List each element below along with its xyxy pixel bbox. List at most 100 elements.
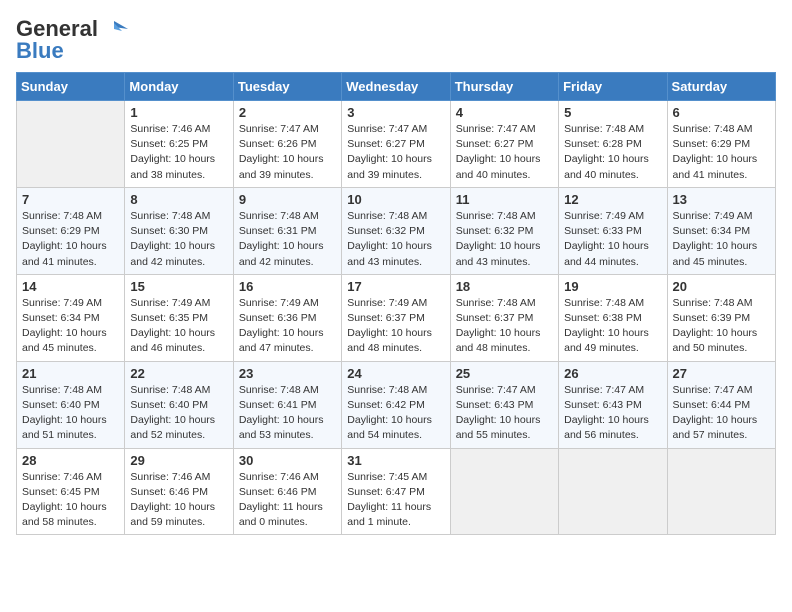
day-number: 11 <box>456 192 553 207</box>
day-number: 15 <box>130 279 227 294</box>
day-number: 26 <box>564 366 661 381</box>
day-cell: 31 Sunrise: 7:45 AMSunset: 6:47 PMDayligh… <box>342 448 450 535</box>
day-info: Sunrise: 7:49 AMSunset: 6:37 PMDaylight:… <box>347 296 444 357</box>
week-row-5: 28 Sunrise: 7:46 AMSunset: 6:45 PMDayligh… <box>17 448 776 535</box>
header-row: SundayMondayTuesdayWednesdayThursdayFrid… <box>17 73 776 101</box>
day-cell: 17 Sunrise: 7:49 AMSunset: 6:37 PMDayligh… <box>342 274 450 361</box>
day-info: Sunrise: 7:46 AMSunset: 6:46 PMDaylight:… <box>130 470 227 531</box>
day-number: 9 <box>239 192 336 207</box>
col-header-saturday: Saturday <box>667 73 775 101</box>
week-row-1: 1Sunrise: 7:46 AMSunset: 6:25 PMDaylight… <box>17 101 776 188</box>
day-cell: 9 Sunrise: 7:48 AMSunset: 6:31 PMDaylight… <box>233 187 341 274</box>
day-number: 8 <box>130 192 227 207</box>
day-info: Sunrise: 7:46 AMSunset: 6:46 PMDaylight:… <box>239 470 336 531</box>
day-cell: 10 Sunrise: 7:48 AMSunset: 6:32 PMDayligh… <box>342 187 450 274</box>
day-info: Sunrise: 7:48 AMSunset: 6:39 PMDaylight:… <box>673 296 770 357</box>
day-cell: 13Sunrise: 7:49 AMSunset: 6:34 PMDayligh… <box>667 187 775 274</box>
day-cell: 23 Sunrise: 7:48 AMSunset: 6:41 PMDayligh… <box>233 361 341 448</box>
day-number: 19 <box>564 279 661 294</box>
day-info: Sunrise: 7:45 AMSunset: 6:47 PMDaylight:… <box>347 470 444 531</box>
day-number: 21 <box>22 366 119 381</box>
day-number: 23 <box>239 366 336 381</box>
day-info: Sunrise: 7:47 AMSunset: 6:44 PMDaylight:… <box>673 383 770 444</box>
day-number: 6 <box>673 105 770 120</box>
day-cell: 20 Sunrise: 7:48 AMSunset: 6:39 PMDayligh… <box>667 274 775 361</box>
day-info: Sunrise: 7:49 AMSunset: 6:36 PMDaylight:… <box>239 296 336 357</box>
day-cell: 15 Sunrise: 7:49 AMSunset: 6:35 PMDayligh… <box>125 274 233 361</box>
day-cell <box>667 448 775 535</box>
day-info: Sunrise: 7:47 AMSunset: 6:27 PMDaylight:… <box>347 122 444 183</box>
day-cell <box>559 448 667 535</box>
day-cell: 18 Sunrise: 7:48 AMSunset: 6:37 PMDayligh… <box>450 274 558 361</box>
day-info: Sunrise: 7:48 AMSunset: 6:40 PMDaylight:… <box>130 383 227 444</box>
col-header-friday: Friday <box>559 73 667 101</box>
day-number: 20 <box>673 279 770 294</box>
col-header-tuesday: Tuesday <box>233 73 341 101</box>
day-cell: 19 Sunrise: 7:48 AMSunset: 6:38 PMDayligh… <box>559 274 667 361</box>
day-cell: 8 Sunrise: 7:48 AMSunset: 6:30 PMDaylight… <box>125 187 233 274</box>
page-header: General Blue <box>16 16 776 64</box>
day-info: Sunrise: 7:48 AMSunset: 6:32 PMDaylight:… <box>347 209 444 270</box>
col-header-wednesday: Wednesday <box>342 73 450 101</box>
day-number: 25 <box>456 366 553 381</box>
day-info: Sunrise: 7:48 AMSunset: 6:30 PMDaylight:… <box>130 209 227 270</box>
day-number: 28 <box>22 453 119 468</box>
day-number: 17 <box>347 279 444 294</box>
day-cell: 24 Sunrise: 7:48 AMSunset: 6:42 PMDayligh… <box>342 361 450 448</box>
day-number: 12 <box>564 192 661 207</box>
day-info: Sunrise: 7:48 AMSunset: 6:29 PMDaylight:… <box>22 209 119 270</box>
day-info: Sunrise: 7:48 AMSunset: 6:41 PMDaylight:… <box>239 383 336 444</box>
day-cell <box>17 101 125 188</box>
day-number: 24 <box>347 366 444 381</box>
day-number: 7 <box>22 192 119 207</box>
day-info: Sunrise: 7:48 AMSunset: 6:40 PMDaylight:… <box>22 383 119 444</box>
day-info: Sunrise: 7:47 AMSunset: 6:43 PMDaylight:… <box>564 383 661 444</box>
day-cell: 12Sunrise: 7:49 AMSunset: 6:33 PMDayligh… <box>559 187 667 274</box>
day-info: Sunrise: 7:48 AMSunset: 6:31 PMDaylight:… <box>239 209 336 270</box>
day-cell: 16 Sunrise: 7:49 AMSunset: 6:36 PMDayligh… <box>233 274 341 361</box>
day-cell: 30 Sunrise: 7:46 AMSunset: 6:46 PMDayligh… <box>233 448 341 535</box>
day-cell: 28 Sunrise: 7:46 AMSunset: 6:45 PMDayligh… <box>17 448 125 535</box>
day-number: 27 <box>673 366 770 381</box>
day-number: 30 <box>239 453 336 468</box>
day-info: Sunrise: 7:47 AMSunset: 6:43 PMDaylight:… <box>456 383 553 444</box>
day-cell: 7 Sunrise: 7:48 AMSunset: 6:29 PMDaylight… <box>17 187 125 274</box>
day-number: 2 <box>239 105 336 120</box>
day-info: Sunrise: 7:47 AMSunset: 6:26 PMDaylight:… <box>239 122 336 183</box>
day-info: Sunrise: 7:49 AMSunset: 6:34 PMDaylight:… <box>673 209 770 270</box>
day-info: Sunrise: 7:48 AMSunset: 6:42 PMDaylight:… <box>347 383 444 444</box>
day-info: Sunrise: 7:46 AMSunset: 6:45 PMDaylight:… <box>22 470 119 531</box>
day-cell <box>450 448 558 535</box>
col-header-sunday: Sunday <box>17 73 125 101</box>
day-info: Sunrise: 7:48 AMSunset: 6:28 PMDaylight:… <box>564 122 661 183</box>
week-row-3: 14Sunrise: 7:49 AMSunset: 6:34 PMDayligh… <box>17 274 776 361</box>
day-cell: 1Sunrise: 7:46 AMSunset: 6:25 PMDaylight… <box>125 101 233 188</box>
day-number: 1 <box>130 105 227 120</box>
col-header-monday: Monday <box>125 73 233 101</box>
day-cell: 6 Sunrise: 7:48 AMSunset: 6:29 PMDaylight… <box>667 101 775 188</box>
calendar-table: SundayMondayTuesdayWednesdayThursdayFrid… <box>16 72 776 535</box>
day-info: Sunrise: 7:49 AMSunset: 6:35 PMDaylight:… <box>130 296 227 357</box>
day-number: 10 <box>347 192 444 207</box>
day-cell: 2 Sunrise: 7:47 AMSunset: 6:26 PMDaylight… <box>233 101 341 188</box>
day-info: Sunrise: 7:48 AMSunset: 6:37 PMDaylight:… <box>456 296 553 357</box>
day-number: 16 <box>239 279 336 294</box>
day-info: Sunrise: 7:48 AMSunset: 6:32 PMDaylight:… <box>456 209 553 270</box>
week-row-4: 21 Sunrise: 7:48 AMSunset: 6:40 PMDayligh… <box>17 361 776 448</box>
day-info: Sunrise: 7:48 AMSunset: 6:29 PMDaylight:… <box>673 122 770 183</box>
day-number: 3 <box>347 105 444 120</box>
day-number: 5 <box>564 105 661 120</box>
logo-blue: Blue <box>16 38 64 64</box>
day-number: 14 <box>22 279 119 294</box>
day-cell: 27 Sunrise: 7:47 AMSunset: 6:44 PMDayligh… <box>667 361 775 448</box>
day-cell: 25 Sunrise: 7:47 AMSunset: 6:43 PMDayligh… <box>450 361 558 448</box>
day-number: 31 <box>347 453 444 468</box>
day-cell: 5 Sunrise: 7:48 AMSunset: 6:28 PMDaylight… <box>559 101 667 188</box>
day-number: 4 <box>456 105 553 120</box>
day-cell: 3 Sunrise: 7:47 AMSunset: 6:27 PMDaylight… <box>342 101 450 188</box>
day-cell: 14Sunrise: 7:49 AMSunset: 6:34 PMDayligh… <box>17 274 125 361</box>
day-info: Sunrise: 7:48 AMSunset: 6:38 PMDaylight:… <box>564 296 661 357</box>
day-cell: 26 Sunrise: 7:47 AMSunset: 6:43 PMDayligh… <box>559 361 667 448</box>
day-number: 18 <box>456 279 553 294</box>
day-number: 29 <box>130 453 227 468</box>
